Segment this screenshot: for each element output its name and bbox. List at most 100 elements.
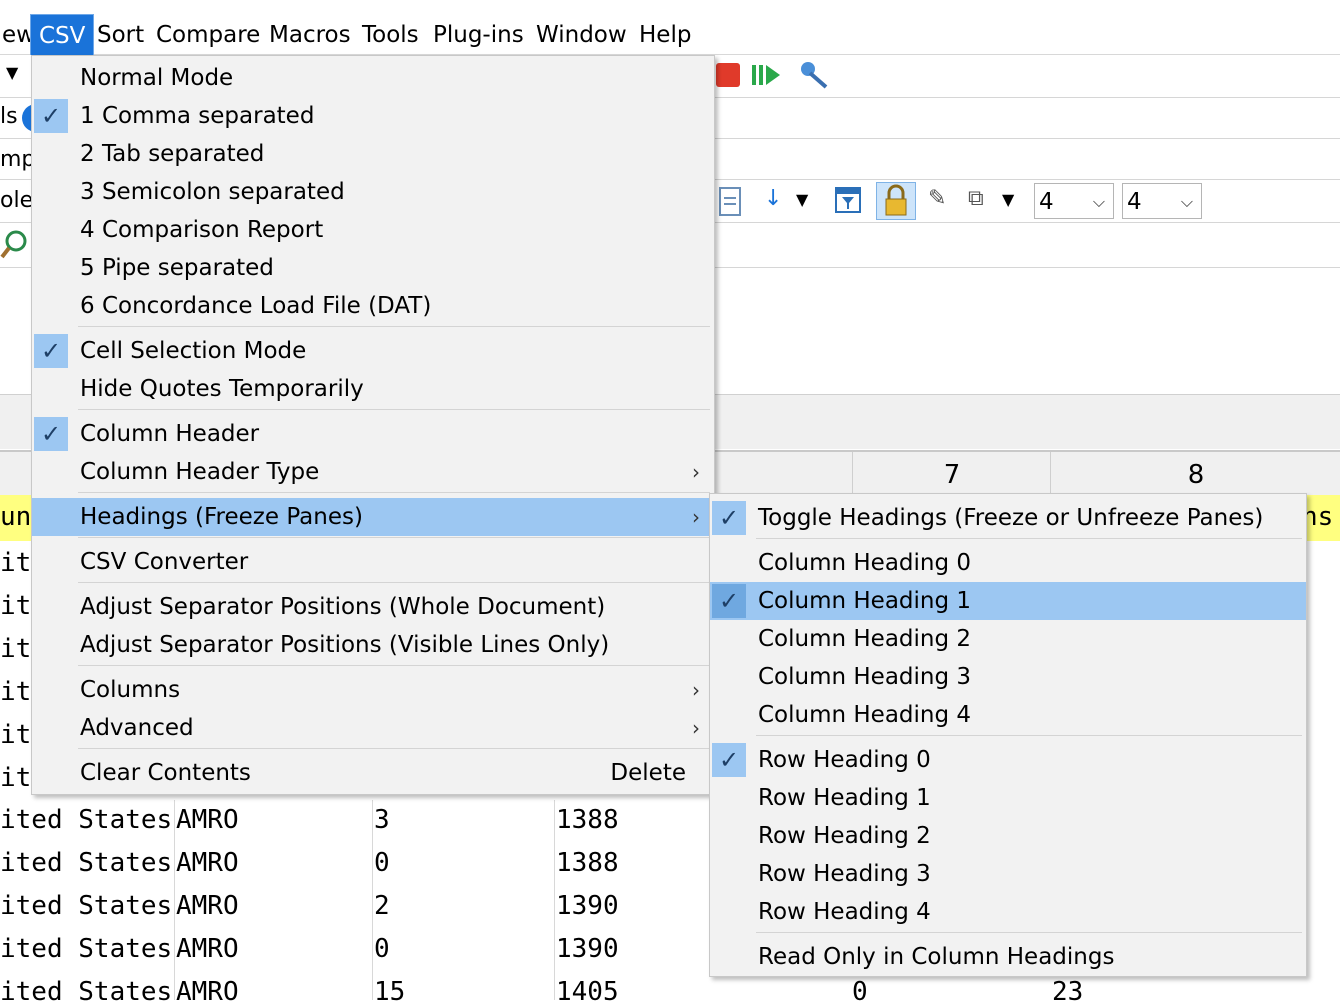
- menu-csv[interactable]: CSV: [30, 14, 95, 56]
- submenu-item-column-heading-4[interactable]: Column Heading 4: [710, 696, 1306, 734]
- menu-item-adjust-separator-visible[interactable]: Adjust Separator Positions (Visible Line…: [32, 626, 714, 664]
- row-fragment: it: [0, 720, 32, 750]
- column-header-7[interactable]: 7: [852, 452, 1051, 496]
- table-cell[interactable]: 1390: [556, 934, 619, 964]
- menu-separator: [78, 582, 710, 583]
- menu-item-concordance-dat[interactable]: 6 Concordance Load File (DAT): [32, 287, 714, 325]
- menu-item-columns[interactable]: Columns ›: [32, 671, 714, 709]
- lock-button[interactable]: [876, 182, 916, 220]
- submenu-item-row-heading-1[interactable]: Row Heading 1: [710, 779, 1306, 817]
- table-cell[interactable]: 1405: [556, 977, 619, 1007]
- submenu-item-row-heading-0[interactable]: ✓ Row Heading 0: [710, 741, 1306, 779]
- menu-item-pipe-separated[interactable]: 5 Pipe separated: [32, 249, 714, 287]
- page-icon[interactable]: [718, 186, 744, 218]
- menu-item-normal-mode[interactable]: Normal Mode: [32, 59, 714, 97]
- table-cell[interactable]: 15: [374, 977, 405, 1007]
- menu-item-hide-quotes[interactable]: Hide Quotes Temporarily: [32, 370, 714, 408]
- sort-down-icon[interactable]: ↓: [764, 186, 782, 211]
- table-cell[interactable]: AMRO: [176, 977, 239, 1007]
- table-cell[interactable]: ited States: [0, 805, 172, 835]
- submenu-item-read-only-column-headings[interactable]: Read Only in Column Headings: [710, 938, 1306, 976]
- menu-separator: [756, 932, 1302, 933]
- table-cell[interactable]: ited States: [0, 848, 172, 878]
- menu-item-label: 6 Concordance Load File (DAT): [80, 293, 432, 319]
- menu-item-headings-freeze-panes[interactable]: Headings (Freeze Panes) ›: [32, 498, 714, 536]
- pin-icon[interactable]: [796, 59, 830, 91]
- submenu-item-column-heading-1[interactable]: ✓ Column Heading 1: [710, 582, 1306, 620]
- table-cell[interactable]: 3: [374, 805, 390, 835]
- menu-plugins[interactable]: Plug-ins: [425, 14, 532, 54]
- menu-item-label: CSV Converter: [80, 549, 249, 575]
- menu-separator: [756, 735, 1302, 736]
- table-cell[interactable]: 1388: [556, 805, 619, 835]
- menu-item-advanced[interactable]: Advanced ›: [32, 709, 714, 747]
- format-icon[interactable]: ✎: [928, 186, 946, 211]
- menu-item-adjust-separator-whole[interactable]: Adjust Separator Positions (Whole Docume…: [32, 588, 714, 626]
- table-cell[interactable]: 0: [374, 848, 390, 878]
- menu-item-csv-converter[interactable]: CSV Converter: [32, 543, 714, 581]
- submenu-item-column-heading-3[interactable]: Column Heading 3: [710, 658, 1306, 696]
- submenu-item-column-heading-0[interactable]: Column Heading 0: [710, 544, 1306, 582]
- options-icon[interactable]: ⧉: [968, 186, 984, 211]
- menu-help[interactable]: Help: [631, 14, 699, 54]
- table-cell[interactable]: 2: [374, 891, 390, 921]
- menu-item-label: Row Heading 1: [758, 785, 931, 811]
- menu-item-column-header[interactable]: ✓ Column Header: [32, 415, 714, 453]
- table-cell[interactable]: AMRO: [176, 934, 239, 964]
- table-cell[interactable]: ited States: [0, 977, 172, 1007]
- menu-macros[interactable]: Macros: [261, 14, 359, 54]
- column-divider: [174, 800, 175, 1000]
- options-dropdown-icon[interactable]: ▼: [1002, 190, 1014, 209]
- check-icon: ✓: [712, 501, 746, 535]
- menu-item-clear-contents[interactable]: Clear Contents Delete: [32, 754, 714, 792]
- submenu-item-row-heading-2[interactable]: Row Heading 2: [710, 817, 1306, 855]
- menu-item-semicolon-separated[interactable]: 3 Semicolon separated: [32, 173, 714, 211]
- find-icon[interactable]: [0, 227, 30, 259]
- submenu-item-column-heading-2[interactable]: Column Heading 2: [710, 620, 1306, 658]
- menu-item-label: Adjust Separator Positions (Whole Docume…: [80, 594, 606, 620]
- submenu-item-row-heading-3[interactable]: Row Heading 3: [710, 855, 1306, 893]
- table-cell[interactable]: 0: [852, 977, 868, 1007]
- table-cell[interactable]: AMRO: [176, 848, 239, 878]
- menu-separator: [78, 409, 710, 410]
- menu-compare[interactable]: Compare: [148, 14, 268, 54]
- table-cell[interactable]: 1390: [556, 891, 619, 921]
- stop-icon[interactable]: [716, 63, 740, 87]
- menu-item-label: 5 Pipe separated: [80, 255, 274, 281]
- menu-item-tab-separated[interactable]: 2 Tab separated: [32, 135, 714, 173]
- menu-item-label: Cell Selection Mode: [80, 338, 307, 364]
- menu-item-comparison-report[interactable]: 4 Comparison Report: [32, 211, 714, 249]
- menu-item-label: Row Heading 0: [758, 747, 931, 773]
- column-header-8[interactable]: 8: [1050, 452, 1340, 496]
- check-icon: ✓: [34, 99, 68, 133]
- submenu-item-toggle-headings[interactable]: ✓ Toggle Headings (Freeze or Unfreeze Pan…: [710, 499, 1306, 537]
- left-fragment-3: ole: [0, 188, 34, 213]
- menu-sort[interactable]: Sort: [89, 14, 152, 54]
- submenu-item-row-heading-4[interactable]: Row Heading 4: [710, 893, 1306, 931]
- table-cell[interactable]: AMRO: [176, 891, 239, 921]
- menu-item-label: Clear Contents: [80, 760, 251, 786]
- table-cell[interactable]: AMRO: [176, 805, 239, 835]
- menu-tools[interactable]: Tools: [354, 14, 427, 54]
- dropdown-arrow-icon[interactable]: ▼: [6, 63, 18, 82]
- chevron-right-icon: ›: [692, 716, 700, 740]
- left-fragment-1: ls: [0, 104, 18, 129]
- menu-item-label: 4 Comparison Report: [80, 217, 324, 243]
- menu-window[interactable]: Window: [528, 14, 635, 54]
- row-fragment: it: [0, 548, 32, 578]
- run-macro-icon[interactable]: [750, 61, 782, 89]
- table-cell[interactable]: 23: [1052, 977, 1083, 1007]
- table-cell[interactable]: ited States: [0, 934, 172, 964]
- table-cell[interactable]: ited States: [0, 891, 172, 921]
- table-cell[interactable]: 1388: [556, 848, 619, 878]
- menu-item-cell-selection-mode[interactable]: ✓ Cell Selection Mode: [32, 332, 714, 370]
- menu-item-label: Row Heading 2: [758, 823, 931, 849]
- combo-box-2[interactable]: 4 ⌵: [1122, 183, 1202, 219]
- menu-item-column-header-type[interactable]: Column Header Type ›: [32, 453, 714, 491]
- table-cell[interactable]: 0: [374, 934, 390, 964]
- menu-item-comma-separated[interactable]: ✓ 1 Comma separated: [32, 97, 714, 135]
- sort-dropdown-icon[interactable]: ▼: [796, 190, 808, 209]
- filter-icon[interactable]: [834, 186, 862, 216]
- menu-item-label: Advanced: [80, 715, 194, 741]
- combo-box-1[interactable]: 4 ⌵: [1034, 183, 1114, 219]
